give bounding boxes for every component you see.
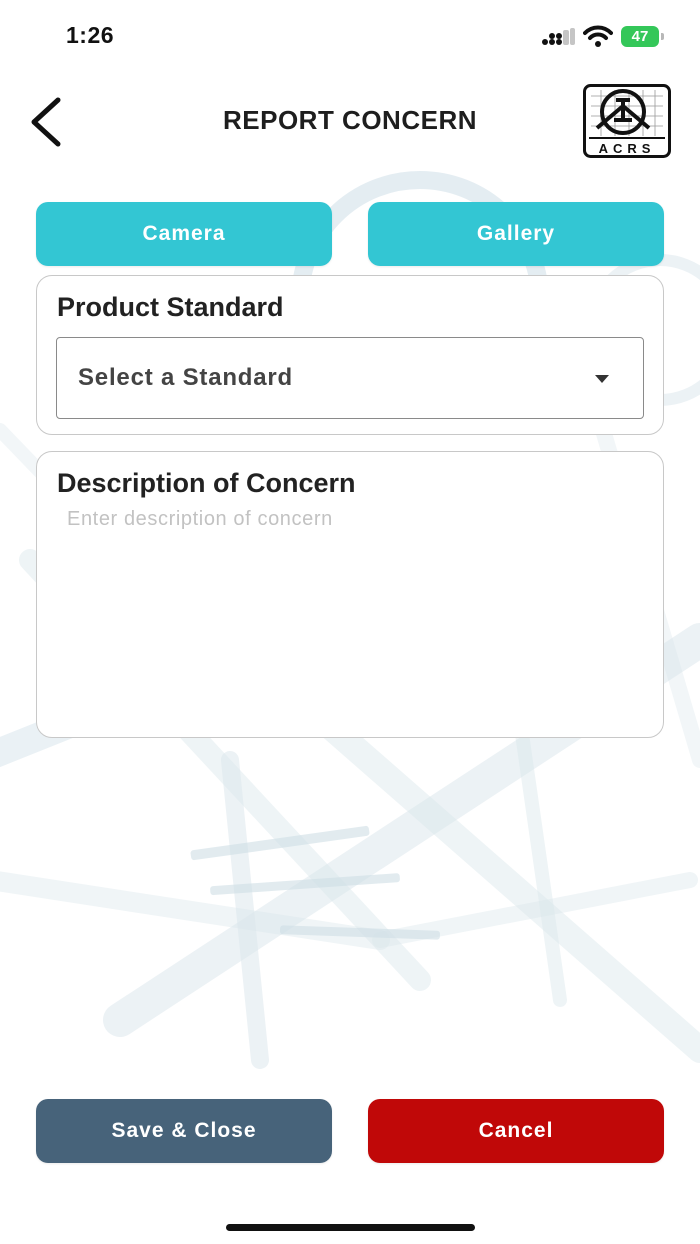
caret-down-icon bbox=[595, 375, 609, 383]
description-label: Description of Concern bbox=[57, 468, 356, 498]
camera-button[interactable]: Camera bbox=[36, 202, 332, 266]
home-indicator bbox=[226, 1224, 475, 1231]
save-close-button[interactable]: Save & Close bbox=[36, 1099, 332, 1163]
standard-select[interactable]: Select a Standard bbox=[56, 337, 644, 419]
gallery-button[interactable]: Gallery bbox=[368, 202, 664, 266]
description-input[interactable] bbox=[57, 508, 643, 718]
cancel-button[interactable]: Cancel bbox=[368, 1099, 664, 1163]
description-card: Description of Concern bbox=[36, 451, 664, 738]
product-standard-card: Product Standard Select a Standard bbox=[36, 275, 664, 435]
report-concern-form: Camera Gallery Product Standard Select a… bbox=[0, 0, 700, 1244]
standard-select-value: Select a Standard bbox=[78, 364, 294, 391]
product-standard-label: Product Standard bbox=[57, 292, 284, 322]
